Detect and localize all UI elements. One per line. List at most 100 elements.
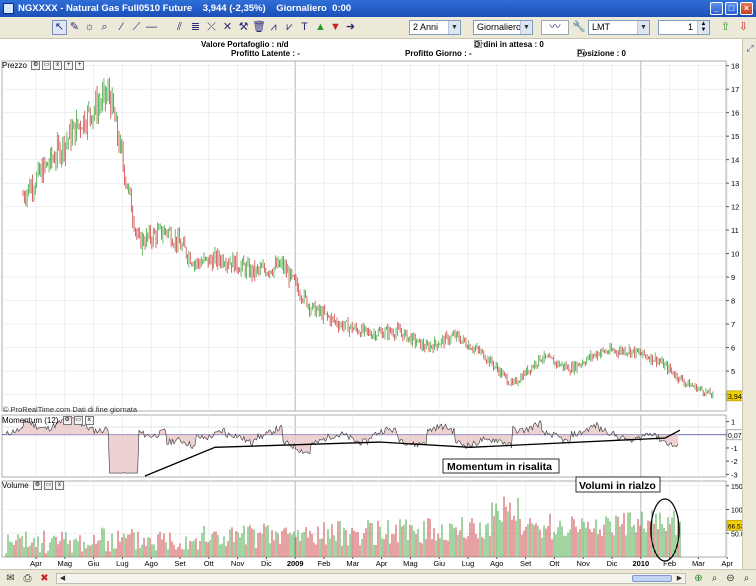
close-icon[interactable]: × [740,2,753,15]
x-axis-label: Feb [663,559,676,568]
indicator2-icon[interactable]: ⩗ [282,20,297,35]
close-icon[interactable]: x [474,40,482,48]
text-icon[interactable]: T [297,20,312,35]
portfolio-info: Valore Portafoglio : n/d Profitto Latent… [0,39,742,59]
zoom-reset-icon[interactable]: ⌕ [740,572,753,585]
line-icon[interactable]: ⁄ [114,20,129,35]
zoom-icon[interactable]: ⌕ [708,572,721,585]
x-axis-label: Ott [204,559,215,568]
order-type-select-value: LMT [592,22,610,32]
source-note: © ProRealTime.com Dati di fine giornata [3,405,138,414]
horizontal-line-icon[interactable]: — [144,20,159,35]
minimize-icon[interactable]: _ [710,2,723,15]
last-price-label: 3,944 [728,394,742,401]
chevron-down-icon[interactable]: ▼ [520,21,532,34]
interval-select-value: Giornaliero [477,22,522,32]
chevron-down-icon[interactable]: ▼ [448,21,460,34]
buy-button[interactable]: ⇧ [718,20,733,35]
price-tick-label: 15 [731,132,739,141]
volume-annotation: Volumi in rialzo [579,480,656,492]
maximize-icon[interactable]: □ [725,2,738,15]
momentum-tick-label: -2 [731,457,738,466]
interval-select[interactable]: Giornaliero ▼ [473,20,533,35]
buy-arrow-icon[interactable]: ▲ [313,20,328,35]
zoom-out-icon[interactable]: ⊖ [724,572,737,585]
minimize-panel-icon[interactable]: ▭ [42,61,52,71]
period-select[interactable]: 2 Anni ▼ [409,20,461,35]
time-label: 0:00 [332,3,352,14]
print-icon[interactable]: ⎙ [21,572,34,585]
quantity-stepper[interactable]: 1 ▲ ▼ [658,20,710,35]
toolbar: ↖ ✎ ☼ ⌕ ⁄ ⟋ — ⫽ ≣ ⤫ ✕ ⚒ 🗑 ⩘ ⩗ T ▲ ▼ ➜ 2 … [0,17,756,39]
price-tick-label: 7 [731,320,735,329]
indicator-icon[interactable]: ⩘ [266,20,281,35]
x-axis-label: Dic [607,559,618,568]
pencil-icon[interactable]: ✎ [67,20,82,35]
gann-icon[interactable]: ⤫ [204,20,219,35]
add-panel-icon[interactable]: + [75,61,85,71]
chevron-down-icon[interactable]: ▼ [637,21,649,34]
status-bar: ✉ ⎙ ✖ ◀ ▶ ⊕ ⌕ ⊖ ⌕ [0,569,756,586]
add-indicator-icon[interactable]: + [64,61,74,71]
wrench-icon[interactable]: ⚙ [31,61,41,71]
price-tick-label: 18 [731,62,739,71]
zoom-in-icon[interactable]: ⊕ [692,572,705,585]
close-panel-icon[interactable]: x [54,481,64,491]
x-axis-label: Apr [30,559,42,568]
delete-icon[interactable]: ✖ [38,572,51,585]
alarm-icon[interactable]: ☼ [82,20,97,35]
zoom-icon[interactable]: ⌕ [97,20,112,35]
chart-type-icon[interactable]: 〰 [541,20,569,35]
momentum-panel-header: Momentum (12) ⚙ ▭ x [2,415,94,426]
close-icon[interactable]: x [577,49,585,57]
app-icon [3,3,14,14]
channel-icon[interactable]: ⫽ [172,20,187,35]
window-title: NGXXXX - Natural Gas Full0510 Future 3,9… [18,3,351,14]
close-panel-icon[interactable]: x [84,416,94,426]
volume-highlight-ellipse [650,498,680,562]
expand-icon[interactable]: ⤢ [744,43,756,55]
stepper-arrows-icon[interactable]: ▲ ▼ [697,21,709,34]
minimize-panel-icon[interactable]: ▭ [73,416,83,426]
x-axis-label: Mag [403,559,418,568]
wrench-icon[interactable]: 🔧 [571,20,586,35]
hammer-icon[interactable]: ⚒ [236,20,251,35]
period-select-value: 2 Anni [413,22,439,32]
momentum-panel-label: Momentum (12) [2,416,59,425]
sell-arrow-icon[interactable]: ▼ [328,20,343,35]
price-tick-label: 5 [731,367,735,376]
x-axis-label: Nov [231,559,245,568]
sell-button[interactable]: ⇩ [736,20,751,35]
trash-icon[interactable]: 🗑 [251,20,266,35]
volume-tick-label: 100.000 [731,508,742,515]
order-type-select[interactable]: LMT ▼ [588,20,650,35]
fibonacci-icon[interactable]: ≣ [188,20,203,35]
volume-panel-label: Volume [2,481,29,490]
mail-icon[interactable]: ✉ [4,572,17,585]
scroll-right-icon[interactable]: ▶ [673,572,686,585]
close-panel-icon[interactable]: x [53,61,63,71]
x-axis-label: Apr [376,559,388,568]
close-position-icon[interactable]: ➜ [343,20,358,35]
last-volume-label: 66.538 [728,523,742,530]
minimize-panel-icon[interactable]: ▭ [43,481,53,491]
price-tick-label: 9 [731,273,735,282]
timeframe-label: Giornaliero [276,3,327,14]
cursor-icon[interactable]: ↖ [52,20,67,35]
horizontal-scrollbar[interactable]: ◀ ▶ [56,573,686,584]
wrench-icon[interactable]: ⚙ [62,416,72,426]
x-axis-label: Nov [577,559,591,568]
title-bar: NGXXXX - Natural Gas Full0510 Future 3,9… [0,0,756,17]
volume-tick-label: 150.000 [731,484,742,491]
cross-icon[interactable]: ✕ [220,20,235,35]
chart-area[interactable]: Apr Mag Giu Lug Ago Set Ott Nov Dic 2009 Feb Mar Apr… [0,59,742,569]
x-axis-label: Set [520,559,532,568]
right-sidebar: ⤢ [742,39,756,570]
price-tick-label: 10 [731,250,739,259]
trendline-icon[interactable]: ⟋ [129,20,144,35]
scrollbar-thumb[interactable] [632,575,672,582]
wrench-icon[interactable]: ⚙ [32,481,42,491]
scroll-left-icon[interactable]: ◀ [56,572,69,585]
price-panel-label: Prezzo [2,61,27,70]
momentum-annotation: Momentum in risalita [447,461,552,473]
